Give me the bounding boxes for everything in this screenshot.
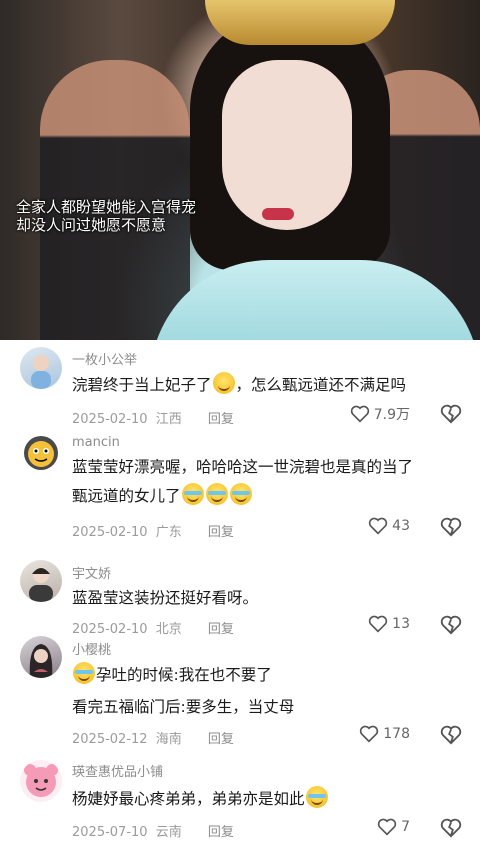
caption-line-2: 却没人问过她愿不愿意 — [16, 216, 167, 234]
heart-outline-icon — [369, 517, 388, 535]
heart-outline-icon — [369, 615, 388, 633]
like-count: 7 — [401, 819, 410, 835]
headdress — [205, 0, 395, 45]
avatar[interactable] — [20, 347, 62, 389]
comment-meta: 2025-02-12 海南 回复 — [72, 728, 234, 747]
comment-username[interactable]: 小樱桃 — [72, 639, 111, 658]
reply-button[interactable]: 回复 — [208, 412, 234, 427]
broken-heart-icon[interactable] — [440, 517, 462, 537]
comment-date: 2025-07-10 — [72, 825, 148, 840]
comment-text-line-2: 看完五福临门后:要多生，当丈母 — [72, 698, 295, 716]
heart-outline-icon — [350, 405, 369, 423]
comment-item: 瑛查惠优品小铺 杨婕妤最心疼弟弟，弟弟亦是如此 2025-07-10 云南 回复… — [0, 757, 480, 853]
comment-text-line-1: 蓝莹莹好漂亮喔，哈哈哈这一世浣碧也是真的当了 — [72, 458, 414, 476]
smile-emoji-icon — [212, 372, 235, 394]
comment-username[interactable]: 瑛查惠优品小铺 — [72, 761, 163, 780]
like-button[interactable]: 7 — [377, 818, 410, 836]
comment-text: 杨婕妤最心疼弟弟，弟弟亦是如此 — [72, 785, 329, 814]
comment-date: 2025-02-12 — [72, 732, 148, 747]
avatar[interactable] — [20, 760, 62, 802]
crying-emoji-icon — [305, 786, 328, 808]
avatar-image-icon — [29, 567, 53, 602]
comment-text: 蓝盈莹这装扮还挺好看呀。 — [72, 589, 259, 607]
broken-heart-icon[interactable] — [440, 725, 462, 745]
comment-text-line-2: 甄远道的女儿了 — [72, 482, 253, 511]
comment-username[interactable]: mancin — [72, 435, 120, 450]
crying-emoji-icon — [73, 662, 95, 684]
like-button[interactable]: 43 — [368, 517, 410, 535]
broken-heart-icon[interactable] — [440, 404, 462, 424]
like-count: 43 — [392, 518, 410, 534]
avatar[interactable] — [20, 636, 62, 678]
avatar[interactable] — [20, 560, 62, 602]
avatar[interactable] — [20, 432, 62, 474]
comment-location: 海南 — [155, 732, 182, 747]
comment-date: 2025-02-10 — [72, 525, 148, 540]
crying-laugh-emoji-icon — [181, 483, 204, 505]
comment-username[interactable]: 一枚小公举 — [72, 349, 137, 368]
main-figure-lips — [262, 208, 294, 220]
comment-text: 浣碧终于当上妃子了 ，怎么甄远道还不满足吗 — [72, 371, 406, 400]
crying-laugh-emoji-icon — [205, 483, 228, 505]
avatar-image-icon — [24, 436, 58, 470]
comment-item: 宇文娇 蓝盈莹这装扮还挺好看呀。 2025-02-10 北京 回复 13 — [0, 558, 480, 643]
like-button[interactable]: 178 — [359, 725, 410, 743]
reply-button[interactable]: 回复 — [208, 525, 234, 540]
caption-line-1: 全家人都盼望她能入宫得宠 — [16, 198, 197, 216]
comment-meta: 2025-07-10 云南 回复 — [72, 821, 234, 840]
comment-item: 小樱桃 孕吐的时候:我在也不要了 看完五福临门后:要多生，当丈母 2025-02… — [0, 634, 480, 754]
comment-item: 一枚小公举 浣碧终于当上妃子了 ，怎么甄远道还不满足吗 2025-02-10 江西… — [0, 340, 480, 435]
like-count: 178 — [383, 726, 410, 742]
heart-outline-icon — [360, 725, 379, 743]
comment-item: mancin 蓝莹莹好漂亮喔，哈哈哈这一世浣碧也是真的当了 甄远道的女儿了 20… — [0, 430, 480, 550]
like-button[interactable]: 13 — [368, 615, 410, 633]
avatar-image-icon — [29, 644, 53, 678]
video-player[interactable]: 全家人都盼望她能入宫得宠 却没人问过她愿不愿意 — [0, 0, 480, 340]
avatar-image-icon — [31, 355, 51, 389]
comment-location: 云南 — [155, 825, 182, 840]
avatar-image-icon — [24, 764, 58, 797]
main-figure-face — [222, 60, 352, 230]
reply-button[interactable]: 回复 — [208, 825, 234, 840]
comment-username[interactable]: 宇文娇 — [72, 563, 111, 582]
like-count: 13 — [392, 616, 410, 632]
comment-meta: 2025-02-10 广东 回复 — [72, 521, 234, 540]
comment-date: 2025-02-10 — [72, 412, 148, 427]
broken-heart-icon[interactable] — [440, 615, 462, 635]
heart-outline-icon — [377, 818, 397, 836]
comment-location: 广东 — [155, 525, 182, 540]
comment-text-line-1: 孕吐的时候:我在也不要了 — [72, 661, 272, 690]
video-caption: 全家人都盼望她能入宫得宠 却没人问过她愿不愿意 — [16, 198, 196, 234]
reply-button[interactable]: 回复 — [208, 732, 234, 747]
comment-meta: 2025-02-10 江西 回复 — [72, 408, 234, 427]
like-count: 7.9万 — [373, 407, 410, 423]
broken-heart-icon[interactable] — [440, 818, 462, 838]
like-button[interactable]: 7.9万 — [350, 404, 410, 424]
crying-laugh-emoji-icon — [229, 483, 252, 505]
comment-location: 江西 — [155, 412, 182, 427]
